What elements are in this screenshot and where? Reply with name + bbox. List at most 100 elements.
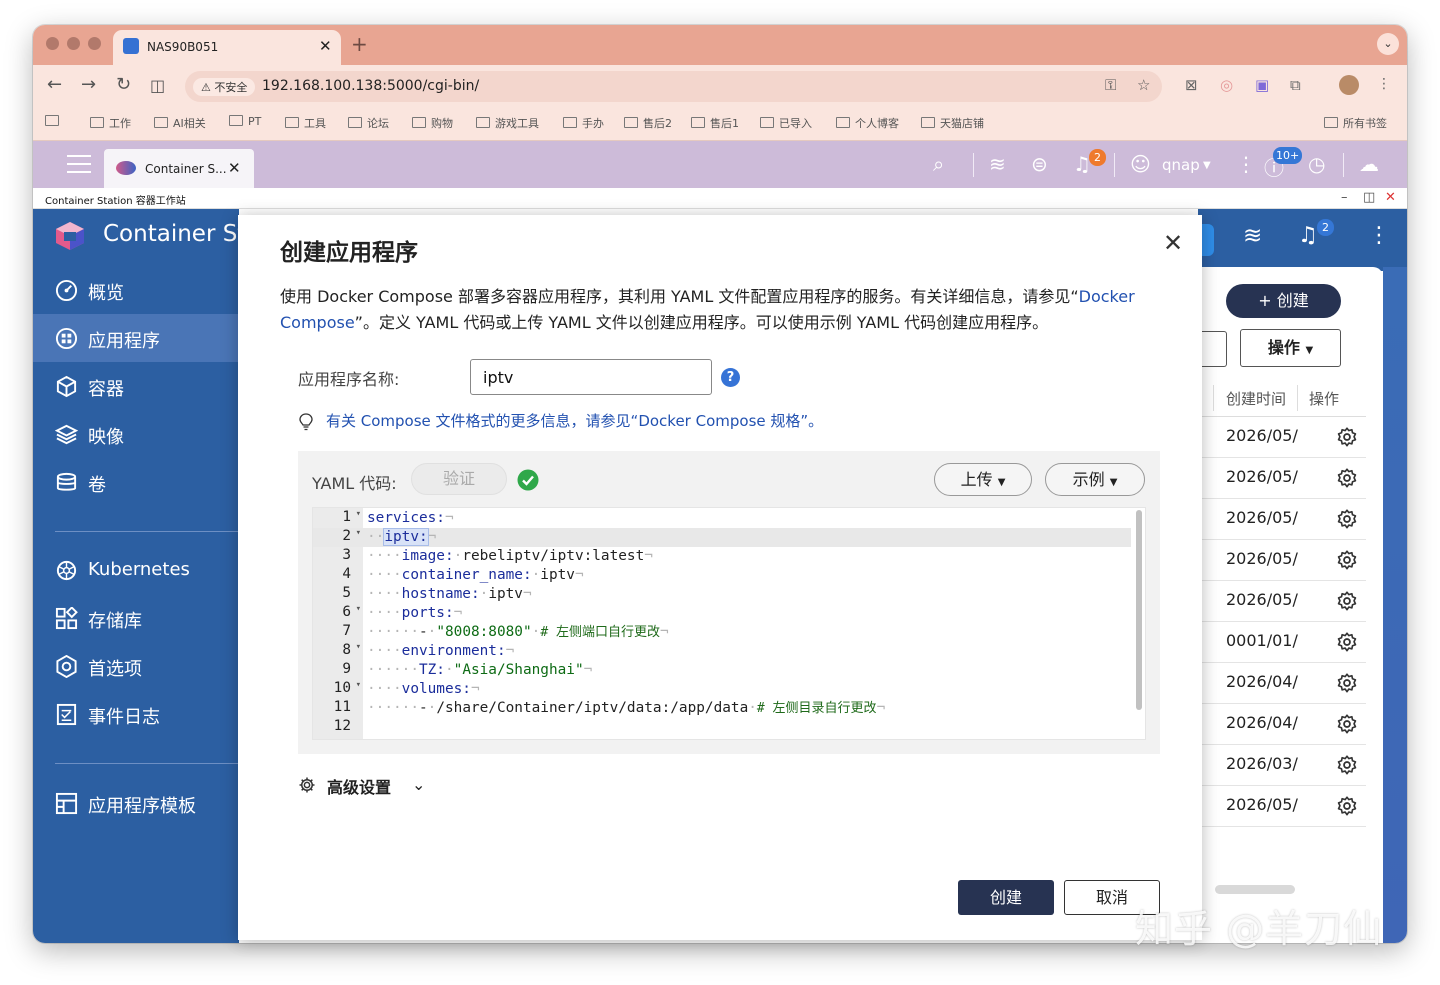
bookmark-folder[interactable]: 售后1 xyxy=(691,115,739,131)
fold-toggle-icon[interactable]: ▾ xyxy=(356,604,361,614)
bookmark-star-icon[interactable]: ☆ xyxy=(1137,76,1150,94)
sidebar-item-registry[interactable]: 存储库 xyxy=(33,594,239,642)
table-row[interactable]: 2026/05/ xyxy=(1198,458,1366,499)
more-options-icon[interactable]: ⋮ xyxy=(1368,223,1390,248)
background-tasks-icon[interactable]: ≋ xyxy=(1243,223,1262,249)
actions-dropdown[interactable]: 操作 ▼ xyxy=(1240,329,1341,367)
gear-icon[interactable] xyxy=(1336,467,1358,489)
user-name[interactable]: qnap xyxy=(1162,156,1200,174)
sidebar-item-preferences[interactable]: 首选项 xyxy=(33,642,239,690)
browser-menu-icon[interactable]: ⋮ xyxy=(1377,76,1391,92)
gear-icon[interactable] xyxy=(1336,713,1358,735)
close-app-icon[interactable]: ✕ xyxy=(1385,190,1396,205)
yaml-code-editor[interactable]: 1 ▾ 2 ▾ 3 4 5 6 ▾ 7 8 ▾ 9 10 ▾ 11 12 services:¬ ··iptv:¬… xyxy=(312,507,1146,740)
profile-avatar[interactable] xyxy=(1339,75,1359,95)
sidebar-item-kubernetes[interactable]: Kubernetes xyxy=(33,546,239,594)
table-row[interactable]: 2026/05/ xyxy=(1198,540,1366,581)
bookmark-folder[interactable]: 售后2 xyxy=(624,115,672,131)
bookmark-folder[interactable]: 工作 xyxy=(90,115,131,131)
zoom-window-dot[interactable] xyxy=(88,37,101,50)
sidebar-item-overview[interactable]: 概览 xyxy=(33,266,239,314)
sidebar-item-volumes[interactable]: 卷 xyxy=(33,458,239,506)
sidebar-item-app-templates[interactable]: 应用程序模板 xyxy=(33,779,239,827)
filter-input[interactable] xyxy=(1198,331,1227,367)
example-dropdown[interactable]: 示例 ▼ xyxy=(1045,463,1145,496)
bookmark-folder[interactable]: 购物 xyxy=(412,115,453,131)
table-row[interactable]: 2026/05/ xyxy=(1198,786,1366,827)
help-icon[interactable]: ? xyxy=(721,368,740,387)
password-key-icon[interactable]: ⚿ xyxy=(1105,76,1116,94)
gear-icon[interactable] xyxy=(1336,631,1358,653)
background-tasks-icon[interactable]: ≋ xyxy=(989,152,1006,176)
sidebar-item-applications[interactable]: 应用程序 xyxy=(33,314,239,362)
new-tab-button[interactable]: + xyxy=(351,32,368,56)
user-avatar-icon[interactable]: ☺ xyxy=(1130,152,1151,176)
back-arrow-icon[interactable]: ← xyxy=(47,74,62,95)
table-row[interactable]: 0001/01/ xyxy=(1198,622,1366,663)
sidebar-item-event-log[interactable]: 事件日志 xyxy=(33,690,239,738)
restore-icon[interactable]: ◫ xyxy=(1363,190,1375,205)
fold-toggle-icon[interactable]: ▾ xyxy=(356,528,361,538)
bookmark-folder[interactable]: 天猫店铺 xyxy=(921,115,984,131)
fold-toggle-icon[interactable]: ▾ xyxy=(356,642,361,652)
compose-spec-link[interactable]: 有关 Compose 文件格式的更多信息，请参见“Docker Compose … xyxy=(326,410,823,431)
qts-app-tab[interactable]: Container S... ✕ xyxy=(104,149,254,188)
cloud-icon[interactable]: ☁ xyxy=(1359,152,1379,176)
gear-icon[interactable] xyxy=(1336,549,1358,571)
forward-arrow-icon[interactable]: → xyxy=(81,74,96,95)
close-tab-icon[interactable]: ✕ xyxy=(319,37,332,55)
fold-toggle-icon[interactable]: ▾ xyxy=(356,509,361,519)
fold-toggle-icon[interactable]: ▾ xyxy=(356,680,361,690)
split-view-icon[interactable]: ◫ xyxy=(150,76,165,95)
gear-icon[interactable] xyxy=(1336,590,1358,612)
extensions-puzzle-icon[interactable]: ⧉ xyxy=(1290,76,1301,94)
tab-search-button[interactable]: ⌄ xyxy=(1377,33,1399,55)
more-options-icon[interactable]: ⋮ xyxy=(1236,152,1256,176)
gear-icon[interactable] xyxy=(1336,795,1358,817)
create-app-button[interactable]: + 创建 xyxy=(1226,284,1341,318)
notification-bell-icon[interactable]: ♫ xyxy=(1298,223,1318,248)
extension-tool-icon[interactable]: ⊠ xyxy=(1185,76,1198,94)
address-bar[interactable]: ⚠ 不安全 192.168.100.138:5000/cgi-bin/ ⚿ ☆ xyxy=(185,71,1162,102)
external-devices-icon[interactable]: ⊜ xyxy=(1031,152,1048,176)
url-text[interactable]: 192.168.100.138:5000/cgi-bin/ xyxy=(262,78,479,94)
bookmark-folder[interactable]: 个人博客 xyxy=(836,115,899,131)
table-row[interactable]: 2026/05/ xyxy=(1198,417,1366,458)
table-row[interactable]: 2026/03/ xyxy=(1198,745,1366,786)
main-menu-icon[interactable] xyxy=(67,155,91,173)
bookmark-folder[interactable]: 论坛 xyxy=(348,115,389,131)
sidebar-item-containers[interactable]: 容器 xyxy=(33,362,239,410)
column-header-created[interactable]: 创建时间 xyxy=(1226,388,1286,409)
sidebar-item-images[interactable]: 映像 xyxy=(33,410,239,458)
user-dropdown-icon[interactable]: ▼ xyxy=(1203,160,1211,171)
editor-scrollbar[interactable] xyxy=(1136,510,1142,710)
bookmark-folder[interactable]: 游戏工具 xyxy=(476,115,539,131)
create-button[interactable]: 创建 xyxy=(958,880,1054,915)
app-name-input[interactable] xyxy=(470,359,712,395)
bookmark-folder[interactable]: AI相关 xyxy=(154,115,206,131)
extension-pink-icon[interactable]: ◎ xyxy=(1220,76,1233,94)
table-row[interactable]: 2026/04/ xyxy=(1198,663,1366,704)
gear-icon[interactable] xyxy=(1336,508,1358,530)
all-bookmarks-folder[interactable]: 所有书签 xyxy=(1324,115,1387,131)
close-window-dot[interactable] xyxy=(46,37,59,50)
gear-icon[interactable] xyxy=(1336,672,1358,694)
table-row[interactable]: 2026/05/ xyxy=(1198,581,1366,622)
horizontal-scrollbar[interactable] xyxy=(1215,885,1295,894)
insecure-badge[interactable]: ⚠ 不安全 xyxy=(193,78,256,96)
minimize-window-dot[interactable] xyxy=(67,37,80,50)
close-dialog-icon[interactable]: ✕ xyxy=(1163,229,1183,257)
minimize-icon[interactable]: – xyxy=(1341,190,1348,205)
gear-icon[interactable] xyxy=(1336,426,1358,448)
dashboard-gauge-icon[interactable]: ◷ xyxy=(1308,152,1325,176)
apps-grid-icon[interactable] xyxy=(45,115,64,128)
bookmark-folder[interactable]: 工具 xyxy=(285,115,326,131)
search-icon[interactable]: ⌕ xyxy=(933,152,944,176)
browser-tab[interactable]: NAS90B051 ✕ xyxy=(113,30,341,65)
gear-icon[interactable] xyxy=(1336,754,1358,776)
reload-icon[interactable]: ↻ xyxy=(116,74,131,95)
bookmark-folder[interactable]: PT xyxy=(229,115,261,128)
extension-purple-icon[interactable]: ▣ xyxy=(1255,76,1269,94)
bookmark-folder[interactable]: 已导入 xyxy=(760,115,812,131)
table-row[interactable]: 2026/04/ xyxy=(1198,704,1366,745)
